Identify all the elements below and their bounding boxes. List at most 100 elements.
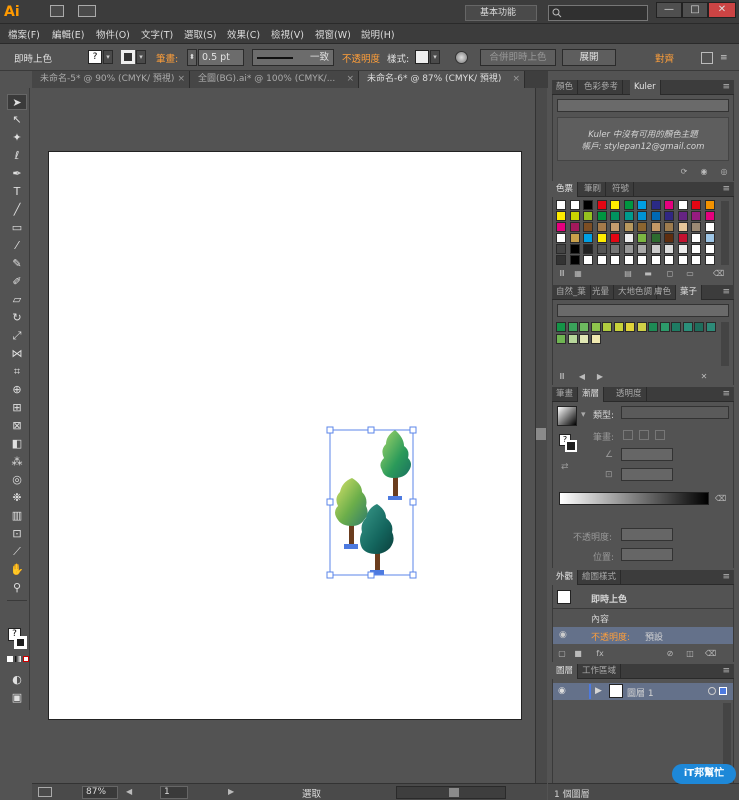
tab-halo[interactable]: 光暈 [588,285,615,300]
color-swatch[interactable] [596,255,607,265]
tab-stroke[interactable]: 筆畫 [552,387,579,402]
layer-target-icon[interactable] [708,687,716,695]
show-kinds-icon[interactable]: ▦ [573,269,583,279]
layer-selection-icon[interactable] [719,687,727,695]
artboard-tool-icon[interactable]: ⊡ [7,526,27,542]
blend-tool-icon[interactable]: ◎ [7,472,27,488]
color-swatch[interactable] [664,222,674,232]
free-transform-tool-icon[interactable]: ⌗ [7,364,27,380]
tab-brushes[interactable]: 筆刷 [580,182,607,197]
leaf-swatch[interactable] [694,322,704,332]
color-swatch[interactable] [704,211,715,221]
eyedropper-tool-icon[interactable]: ⁂ [7,454,27,470]
slice-tool-icon[interactable]: ⟋ [7,544,27,560]
menu-object[interactable]: 物件(O) [96,27,130,41]
color-swatch[interactable] [623,244,634,254]
tab-symbols[interactable]: 符號 [608,182,635,197]
reverse-gradient-icon[interactable]: ⇄ [561,462,569,472]
menu-view[interactable]: 檢視(V) [271,27,304,41]
lasso-tool-icon[interactable]: ℓ [7,148,27,164]
kuler-web-icon[interactable]: ◎ [719,167,729,177]
leaf-swatch-grid[interactable] [556,322,720,346]
line-tool-icon[interactable]: ╱ [7,202,27,218]
fill-dropdown[interactable]: ▾ [103,50,113,64]
add-stroke-icon[interactable]: ▢ [557,649,567,659]
color-swatch[interactable] [704,200,715,210]
appearance-opacity-row[interactable]: ◉ 不透明度: 預設 [553,627,733,644]
leaf-swatch[interactable] [625,322,635,332]
artboard[interactable] [48,151,522,720]
appearance-opacity-label[interactable]: 不透明度: [591,630,630,643]
color-swatch[interactable] [596,244,607,254]
color-swatch[interactable] [596,233,607,243]
clear-appearance-icon[interactable]: ⊘ [665,649,675,659]
tab-document-bg[interactable]: 全圖(BG).ai* @ 100% (CMYK/... × [190,71,359,88]
tab-kuler[interactable]: Kuler [630,80,661,95]
paintbrush-tool-icon[interactable]: ⁄ [7,238,27,254]
width-tool-icon[interactable]: ⋈ [7,346,27,362]
close-library-icon[interactable]: ✕ [699,372,709,382]
selection-tool-icon[interactable]: ➤ [7,94,27,110]
color-swatch[interactable] [677,211,688,221]
blob-brush-tool-icon[interactable]: ✐ [7,274,27,290]
zoom-tool-icon[interactable]: ⚲ [7,580,27,596]
color-swatch[interactable] [610,255,620,265]
first-artboard-icon[interactable]: ◀ [126,787,132,796]
color-swatch[interactable] [664,255,674,265]
direct-selection-tool-icon[interactable]: ↖ [7,112,27,128]
color-swatch[interactable] [583,244,593,254]
draw-mode-icon[interactable]: ◐ [7,672,27,688]
color-swatch[interactable] [637,233,647,243]
gradient-thumbnail[interactable] [557,406,577,426]
color-swatch[interactable] [610,211,620,221]
color-swatch[interactable] [610,233,620,243]
maximize-button[interactable]: □ [682,2,708,18]
menu-edit[interactable]: 編輯(E) [52,27,84,41]
color-swatch[interactable] [569,200,580,210]
help-search-input[interactable] [548,5,648,21]
magic-wand-tool-icon[interactable]: ✦ [7,130,27,146]
stroke-color-box[interactable] [14,636,27,649]
color-swatch[interactable] [677,233,688,243]
graphic-style-dropdown[interactable]: ▾ [430,50,440,64]
color-swatch[interactable] [637,200,647,210]
screen-mode-icon[interactable]: ▣ [7,690,27,706]
hand-tool-icon[interactable]: ✋ [7,562,27,578]
zoom-level-select[interactable]: 87% [82,786,118,799]
tab-skintone[interactable]: 膚色 [650,285,677,300]
live-paint-trees-artwork[interactable] [320,420,430,590]
swatch-options-icon[interactable]: ▤ [623,269,633,279]
color-swatch[interactable] [623,255,634,265]
color-swatch[interactable] [583,211,593,221]
swatch-library-icon[interactable]: Ⅲ [557,269,567,279]
leaf-swatch[interactable] [602,322,612,332]
bridge-icon[interactable] [50,5,64,17]
expand-layer-icon[interactable]: ▶ [595,686,602,696]
tab-leaves[interactable]: 葉子 [676,285,703,300]
color-mode-icon[interactable] [7,656,13,662]
tab-color[interactable]: 顏色 [552,80,579,95]
swatches-scrollbar[interactable] [721,201,729,265]
menu-effect[interactable]: 效果(C) [227,27,260,41]
gradient-opacity-input[interactable] [621,528,673,541]
leaf-swatch[interactable] [556,334,566,344]
leaf-swatch[interactable] [590,334,601,344]
new-color-group-icon[interactable]: ▬ [643,269,653,279]
color-swatch[interactable] [637,244,647,254]
horizontal-scrollbar[interactable] [396,786,506,799]
color-swatch[interactable] [677,244,688,254]
gradient-position-input[interactable] [621,548,673,561]
color-swatch[interactable] [569,244,580,254]
color-swatch[interactable] [596,211,607,221]
align-link[interactable]: 對齊 [655,51,674,65]
add-effect-icon[interactable]: fx [593,649,607,659]
color-swatch[interactable] [556,233,566,243]
color-swatch[interactable] [583,233,593,243]
gradient-slider[interactable] [559,492,709,505]
stroke-label[interactable]: 筆畫: [156,51,178,65]
color-swatch[interactable] [569,255,580,265]
delete-stop-icon[interactable]: ⌫ [715,494,726,504]
minimize-button[interactable]: — [656,2,682,18]
graphic-style-swatch[interactable] [415,50,429,64]
color-swatch[interactable] [704,233,715,243]
